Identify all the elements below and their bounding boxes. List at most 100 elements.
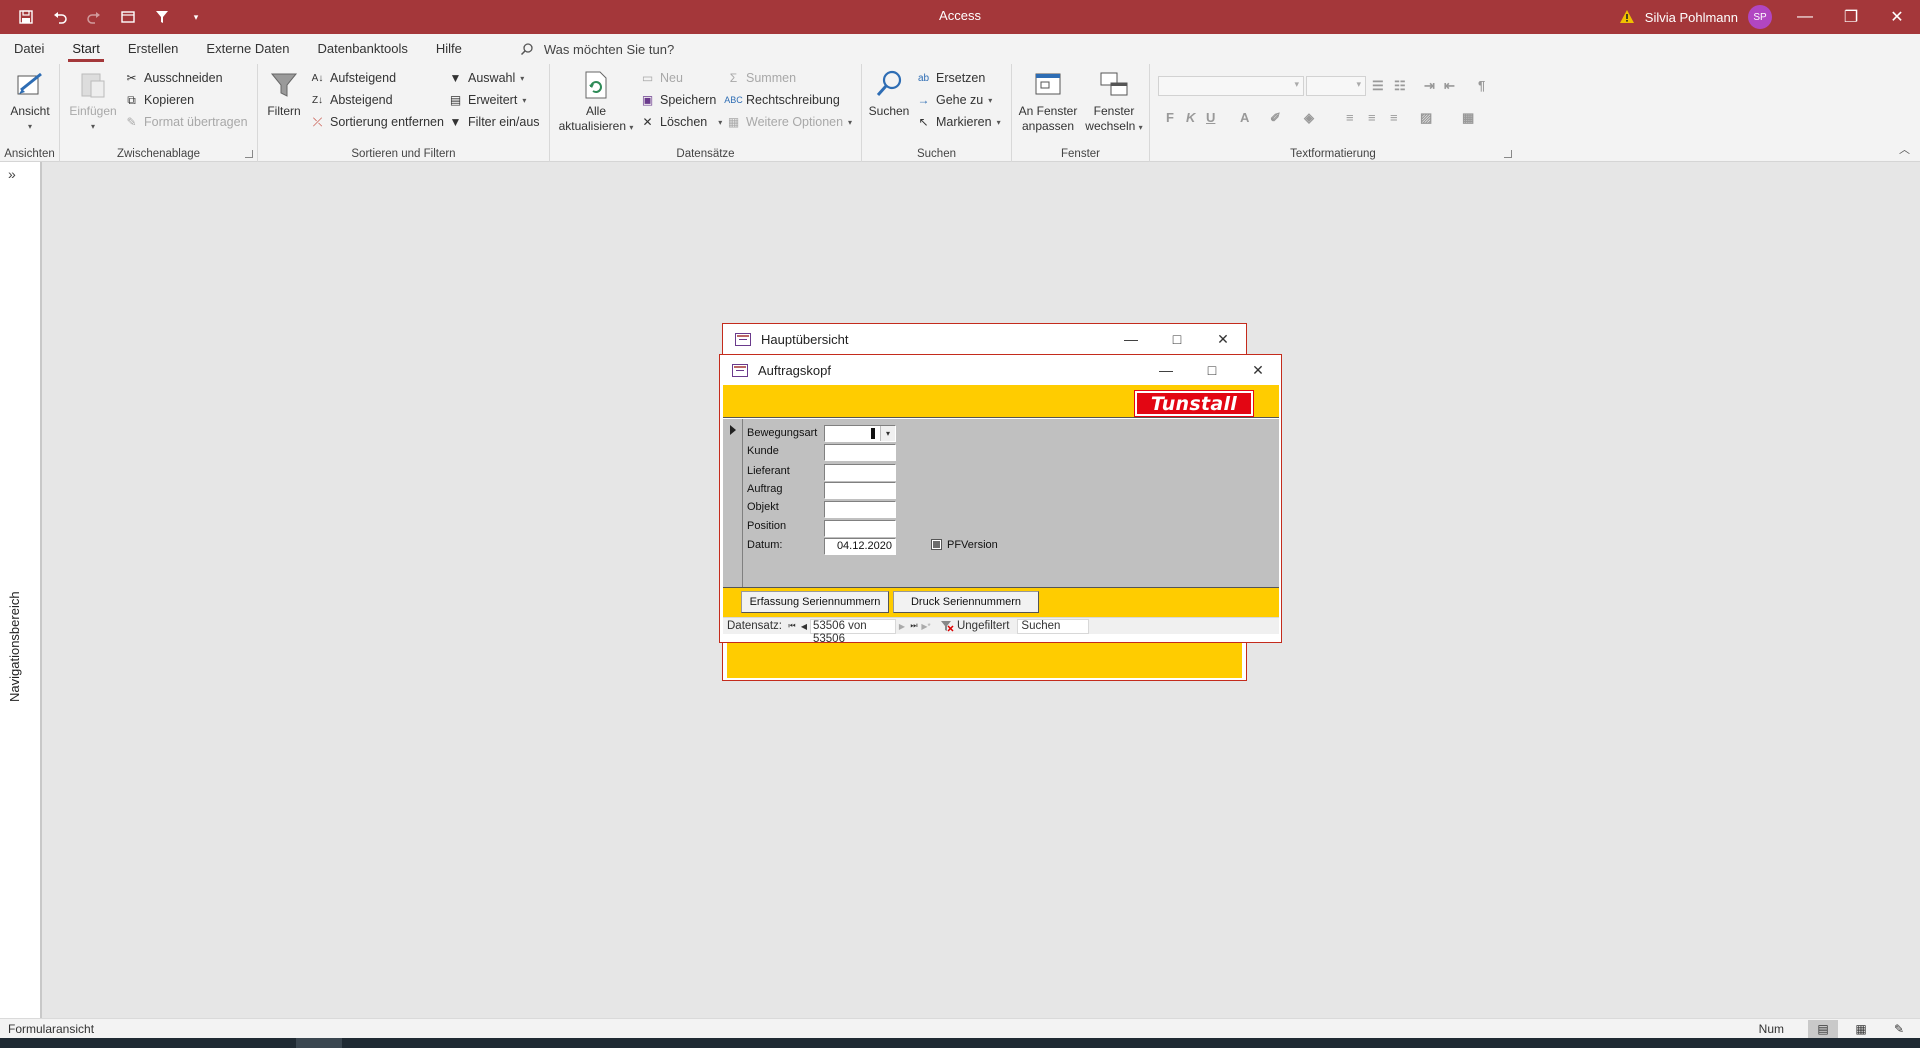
tab-externe-daten[interactable]: Externe Daten: [192, 34, 303, 64]
remove-sort-button[interactable]: ⤫ Sortierung entfernen: [310, 112, 444, 132]
align-left-icon[interactable]: ≡: [1346, 110, 1354, 125]
field-kunde[interactable]: [824, 444, 896, 461]
fill-color-icon[interactable]: ◈: [1304, 110, 1314, 126]
redo-icon[interactable]: [78, 2, 110, 32]
replace-button[interactable]: ab Ersetzen: [916, 68, 985, 88]
bold-button[interactable]: F: [1166, 110, 1174, 125]
minimize-icon[interactable]: —: [1108, 324, 1154, 354]
highlight-icon[interactable]: ✐: [1270, 110, 1281, 126]
filter-indicator[interactable]: Ungefiltert: [940, 618, 1009, 635]
record-selector[interactable]: [723, 419, 743, 587]
fit-window-button[interactable]: An Fenster anpassen: [1016, 68, 1080, 134]
advanced-button[interactable]: ▤ Erweitert ▾: [448, 90, 527, 110]
field-auftrag[interactable]: [824, 482, 896, 499]
font-color-icon[interactable]: A: [1240, 110, 1249, 125]
paragraph-direction-icon[interactable]: ¶: [1478, 78, 1485, 93]
align-center-icon[interactable]: ≡: [1368, 110, 1376, 125]
expand-nav-icon[interactable]: »: [8, 166, 16, 182]
selection-button[interactable]: ▼ Auswahl ▾: [448, 68, 525, 88]
first-record-icon[interactable]: ⏮: [786, 621, 798, 631]
erfassung-seriennummern-button[interactable]: Erfassung Seriennummern: [741, 591, 889, 613]
save-record-label: Speichern: [660, 93, 717, 107]
totals-button[interactable]: Σ Summen: [726, 68, 796, 88]
view-icon[interactable]: [112, 2, 144, 32]
font-size-dropdown[interactable]: ▾: [1306, 76, 1366, 96]
goto-button[interactable]: → Gehe zu ▾: [916, 90, 993, 110]
sort-ascending-button[interactable]: A↓ Aufsteigend: [310, 68, 396, 88]
undo-icon[interactable]: [44, 2, 76, 32]
last-record-icon[interactable]: ⏭: [908, 621, 920, 631]
minimize-icon[interactable]: —: [1143, 355, 1189, 385]
previous-record-icon[interactable]: ◀: [798, 622, 810, 631]
field-position[interactable]: [824, 520, 896, 537]
refresh-all-button[interactable]: Alle aktualisieren ▾: [558, 68, 634, 135]
numbering-icon[interactable]: ☷: [1394, 78, 1406, 94]
copy-button[interactable]: ⧉ Kopieren: [124, 90, 194, 110]
combo-bewegungsart[interactable]: ▾: [824, 425, 896, 442]
close-icon[interactable]: ✕: [1200, 324, 1246, 354]
tab-datei[interactable]: Datei: [0, 34, 58, 64]
new-record-button[interactable]: ▭ Neu: [640, 68, 683, 88]
collapse-ribbon-icon[interactable]: ︿: [1899, 141, 1910, 157]
tab-start[interactable]: Start: [58, 34, 113, 64]
account-area[interactable]: Silvia Pohlmann SP: [1619, 0, 1772, 34]
pfversion-checkbox[interactable]: [931, 539, 942, 550]
chevron-down-icon[interactable]: ▾: [880, 426, 895, 441]
indent-increase-icon[interactable]: ⇥: [1424, 78, 1435, 94]
goto-label: Gehe zu: [936, 93, 984, 107]
filter-icon[interactable]: [146, 2, 178, 32]
bullets-icon[interactable]: ☰: [1372, 78, 1384, 94]
tell-me-search[interactable]: Was möchten Sie tun?: [520, 42, 674, 57]
tab-erstellen[interactable]: Erstellen: [114, 34, 193, 64]
form-view-icon[interactable]: ▤: [1808, 1020, 1838, 1038]
format-painter-button[interactable]: ✎ Format übertragen: [124, 112, 247, 132]
customize-icon[interactable]: ▾: [180, 2, 212, 32]
field-lieferant[interactable]: [824, 464, 896, 481]
filter-button[interactable]: Filtern: [262, 68, 306, 119]
switch-window-button[interactable]: Fenster wechseln ▾: [1084, 68, 1144, 135]
font-name-dropdown[interactable]: ▾: [1158, 76, 1304, 96]
cut-button[interactable]: ✂ Ausschneiden: [124, 68, 222, 88]
indent-decrease-icon[interactable]: ⇤: [1444, 78, 1455, 94]
next-record-icon[interactable]: ▶: [896, 622, 908, 631]
tab-datenbanktools[interactable]: Datenbanktools: [304, 34, 422, 64]
gridlines-icon[interactable]: ▦: [1462, 110, 1474, 126]
paste-button[interactable]: Einfügen ▾: [68, 68, 118, 134]
group-label: Textformatierung: [1290, 148, 1376, 160]
dialog-launcher-icon[interactable]: [245, 150, 253, 158]
delete-record-button[interactable]: ✕ Löschen ▾: [640, 112, 722, 132]
dialog-launcher-icon[interactable]: [1504, 150, 1512, 158]
sort-descending-button[interactable]: Z↓ Absteigend: [310, 90, 393, 110]
maximize-icon[interactable]: □: [1189, 355, 1235, 385]
field-objekt[interactable]: [824, 501, 896, 518]
save-icon[interactable]: [10, 2, 42, 32]
design-view-icon[interactable]: ✎: [1884, 1020, 1914, 1038]
underline-button[interactable]: U: [1206, 110, 1215, 125]
toggle-filter-button[interactable]: ▼ Filter ein/aus: [448, 112, 540, 132]
minimize-icon[interactable]: —: [1782, 0, 1828, 34]
select-button[interactable]: ↖ Markieren ▾: [916, 112, 1000, 132]
tab-hilfe[interactable]: Hilfe: [422, 34, 476, 64]
spelling-button[interactable]: ABC Rechtschreibung: [724, 90, 840, 110]
maximize-icon[interactable]: □: [1154, 324, 1200, 354]
save-record-button[interactable]: ▣ Speichern: [640, 90, 716, 110]
view-button[interactable]: Ansicht ▾: [6, 68, 54, 134]
restore-icon[interactable]: ❐: [1828, 0, 1874, 34]
current-record-input[interactable]: 53506 von 53506: [809, 618, 896, 645]
field-datum[interactable]: 04.12.2020: [824, 538, 896, 555]
selection-label: Auswahl: [468, 71, 516, 85]
layout-view-icon[interactable]: ▦: [1846, 1020, 1876, 1038]
more-options-button[interactable]: ▦ Weitere Optionen ▾: [726, 112, 852, 132]
nav-pane-label[interactable]: Navigationsbereich: [7, 591, 22, 702]
avatar[interactable]: SP: [1748, 5, 1772, 29]
find-button[interactable]: Suchen: [866, 68, 912, 119]
druck-seriennummern-button[interactable]: Druck Seriennummern: [893, 591, 1039, 613]
align-right-icon[interactable]: ≡: [1390, 110, 1398, 125]
alternate-row-color-icon[interactable]: ▨: [1420, 110, 1432, 126]
italic-button[interactable]: K: [1186, 110, 1195, 125]
new-record-icon[interactable]: ▶*: [920, 622, 932, 631]
taskbar-item[interactable]: [296, 1038, 342, 1048]
record-search-input[interactable]: Suchen: [1017, 618, 1090, 634]
close-icon[interactable]: ✕: [1235, 355, 1281, 385]
close-icon[interactable]: ✕: [1874, 0, 1920, 34]
